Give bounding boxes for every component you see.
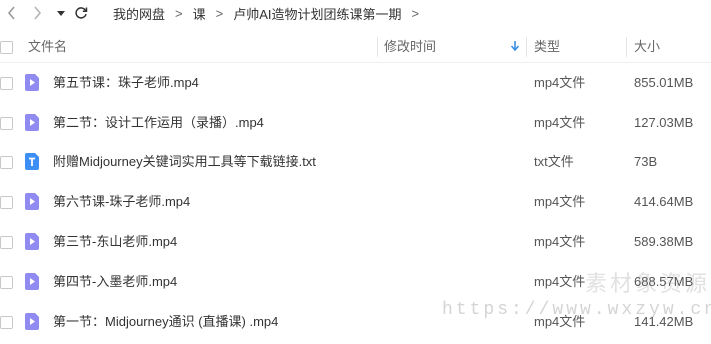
row-checkbox[interactable]: [0, 276, 13, 289]
file-type: mp4文件: [534, 274, 586, 289]
breadcrumb-item-folder[interactable]: 课: [193, 4, 206, 23]
table-row[interactable]: 第六节课-珠子老师.mp4 mp4文件 414.64MB: [0, 182, 711, 222]
forward-arrow-icon[interactable]: [27, 3, 47, 23]
file-size: 855.01MB: [634, 75, 694, 90]
file-size: 414.64MB: [634, 194, 694, 209]
sort-descending-icon[interactable]: [510, 35, 520, 61]
file-name[interactable]: 附赠Midjourney关键词实用工具等下载链接.txt: [53, 142, 316, 182]
file-name[interactable]: 第三节-东山老师.mp4: [53, 222, 177, 262]
row-checkbox[interactable]: [0, 196, 13, 209]
file-size: 589.38MB: [634, 234, 694, 249]
video-file-icon: [25, 313, 39, 330]
watermark-url: https://www.wxzyw.cn: [442, 300, 711, 320]
file-type: txt文件: [534, 154, 574, 169]
video-file-icon: [25, 273, 39, 290]
column-header-modified[interactable]: 修改时间: [384, 34, 436, 60]
breadcrumb-item-current[interactable]: 卢帅AI造物计划团练课第一期: [233, 4, 401, 23]
row-checkbox[interactable]: [0, 117, 13, 130]
row-checkbox[interactable]: [0, 156, 13, 169]
row-checkbox[interactable]: [0, 316, 13, 329]
column-header-type[interactable]: 类型: [534, 34, 560, 60]
video-file-icon: [25, 114, 39, 131]
column-header-name[interactable]: 文件名: [28, 34, 67, 60]
file-type: mp4文件: [534, 234, 586, 249]
row-checkbox[interactable]: [0, 236, 13, 249]
file-name[interactable]: 第四节-入墨老师.mp4: [53, 262, 177, 302]
breadcrumb-separator: >: [175, 5, 183, 21]
breadcrumb-item-home[interactable]: 我的网盘: [113, 4, 165, 23]
table-row[interactable]: 第五节课：珠子老师.mp4 mp4文件 855.01MB: [0, 63, 711, 103]
file-browser: 我的网盘 > 课 > 卢帅AI造物计划团练课第一期 > 文件名 修改时间 类型 …: [0, 0, 711, 344]
text-file-icon: [25, 153, 39, 170]
file-size: 127.03MB: [634, 115, 694, 130]
breadcrumb-separator: >: [215, 5, 224, 21]
video-file-icon: [25, 74, 39, 91]
column-divider[interactable]: [377, 37, 378, 57]
table-row[interactable]: 附赠Midjourney关键词实用工具等下载链接.txt txt文件 73B: [0, 142, 711, 182]
back-arrow-icon[interactable]: [2, 3, 22, 23]
breadcrumb: 我的网盘 > 课 > 卢帅AI造物计划团练课第一期 >: [113, 4, 429, 22]
file-name[interactable]: 第五节课：珠子老师.mp4: [53, 63, 199, 103]
table-row[interactable]: 第二节：设计工作运用（录播）.mp4 mp4文件 127.03MB: [0, 103, 711, 143]
file-type: mp4文件: [534, 194, 586, 209]
video-file-icon: [25, 193, 39, 210]
nav-bar: 我的网盘 > 课 > 卢帅AI造物计划团练课第一期 >: [0, 0, 711, 26]
breadcrumb-separator: >: [411, 5, 420, 21]
file-name[interactable]: 第一节：Midjourney通识 (直播课) .mp4: [53, 302, 278, 342]
column-divider[interactable]: [626, 37, 627, 57]
video-file-icon: [25, 233, 39, 250]
column-divider[interactable]: [526, 37, 527, 57]
row-checkbox[interactable]: [0, 77, 13, 90]
history-dropdown-icon[interactable]: [51, 3, 71, 23]
column-header-size[interactable]: 大小: [634, 34, 660, 60]
select-all-checkbox[interactable]: [0, 41, 13, 54]
refresh-icon[interactable]: [71, 3, 91, 23]
table-header: 文件名 修改时间 类型 大小: [0, 34, 711, 60]
file-type: mp4文件: [534, 115, 586, 130]
file-name[interactable]: 第六节课-珠子老师.mp4: [53, 182, 190, 222]
file-name[interactable]: 第二节：设计工作运用（录播）.mp4: [53, 103, 264, 143]
table-row[interactable]: 第三节-东山老师.mp4 mp4文件 589.38MB: [0, 222, 711, 262]
watermark-text: 素材象资源网: [585, 271, 711, 296]
file-size: 73B: [634, 154, 658, 169]
file-type: mp4文件: [534, 75, 586, 90]
